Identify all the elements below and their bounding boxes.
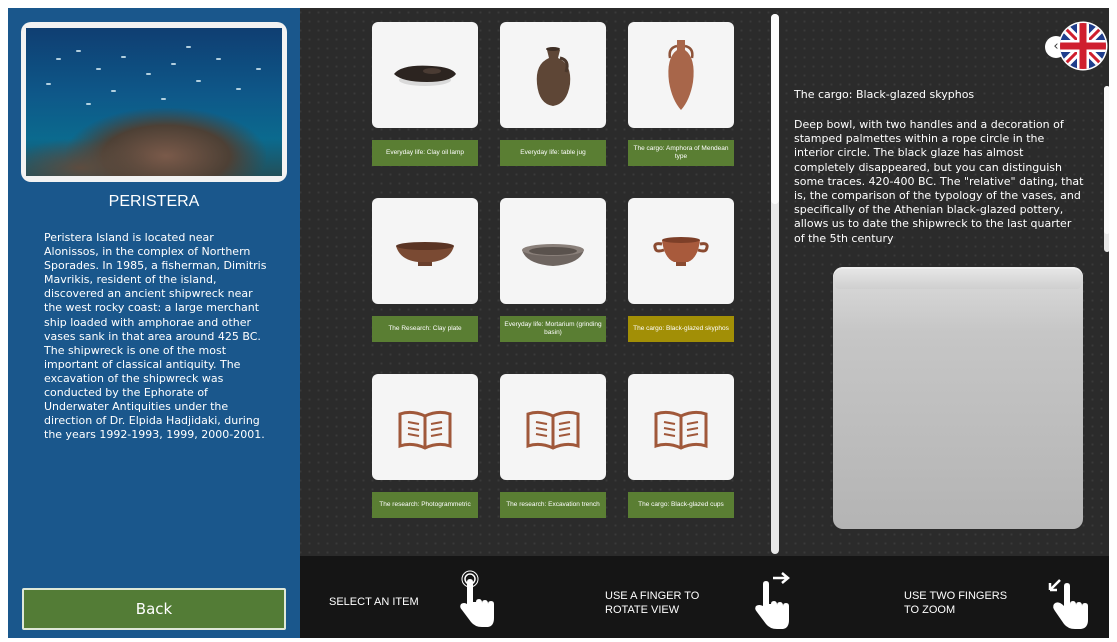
instruction-bar: SELECT AN ITEM USE A FINGER TO ROTATE VI… bbox=[300, 556, 1109, 638]
item-tile-mortarium[interactable] bbox=[500, 198, 606, 304]
item-tile-skyphos[interactable] bbox=[628, 198, 734, 304]
detail-text-area[interactable]: Deep bowl, with two handles and a decora… bbox=[794, 118, 1084, 248]
item-tile-table-jug[interactable] bbox=[500, 22, 606, 128]
item-label-black-glazed-cups[interactable]: The cargo: Black-glazed cups bbox=[628, 492, 734, 518]
tap-hand-icon bbox=[460, 570, 494, 627]
underwater-shipwreck-photo bbox=[26, 28, 282, 176]
item-tile-clay-plate[interactable] bbox=[372, 198, 478, 304]
item-tile-excavation-trench[interactable] bbox=[500, 374, 606, 480]
3d-model-viewer[interactable] bbox=[833, 267, 1083, 529]
back-button[interactable]: Back bbox=[22, 588, 286, 630]
site-description: Peristera Island is located near Aloniss… bbox=[44, 231, 267, 442]
clay-plate-icon bbox=[396, 242, 454, 266]
item-tile-clay-oil-lamp[interactable] bbox=[372, 22, 478, 128]
item-tile-amphora[interactable] bbox=[628, 22, 734, 128]
language-selector[interactable]: ‹ bbox=[1045, 20, 1108, 76]
instruction-zoom-line2: TO ZOOM bbox=[904, 604, 956, 616]
table-jug-icon bbox=[536, 47, 571, 106]
detail-scrollbar-thumb[interactable] bbox=[1104, 86, 1109, 234]
mortarium-icon bbox=[522, 244, 584, 266]
swipe-hand-icon bbox=[755, 572, 790, 629]
item-tile-photogrammetric[interactable] bbox=[372, 374, 478, 480]
item-grid: Everyday life: Clay oil lamp Everyday li… bbox=[300, 8, 770, 556]
kiosk-screen: PERISTERA Peristera Island is located ne… bbox=[8, 8, 1109, 638]
item-label-mortarium[interactable]: Everyday life: Mortarium (grinding basin… bbox=[500, 316, 606, 342]
item-label-excavation-trench[interactable]: The research: Excavation trench bbox=[500, 492, 606, 518]
instruction-rotate-line1: USE A FINGER TO bbox=[605, 590, 700, 602]
detail-description: Deep bowl, with two handles and a decora… bbox=[794, 118, 1084, 245]
item-label-table-jug[interactable]: Everyday life: table jug bbox=[500, 140, 606, 166]
book-icon bbox=[398, 410, 452, 450]
site-photo-card bbox=[21, 22, 287, 182]
detail-title: The cargo: Black-glazed skyphos bbox=[794, 88, 975, 101]
grid-scrollbar-thumb[interactable] bbox=[771, 14, 779, 204]
item-label-photogrammetric[interactable]: The research: Photogrammetric bbox=[372, 492, 478, 518]
detail-scrollbar[interactable] bbox=[1104, 86, 1109, 252]
skyphos-icon bbox=[653, 237, 709, 266]
item-tile-black-glazed-cups[interactable] bbox=[628, 374, 734, 480]
instruction-zoom-line1: USE TWO FINGERS bbox=[904, 590, 1008, 602]
amphora-icon bbox=[668, 40, 694, 110]
item-label-skyphos[interactable]: The cargo: Black-glazed skyphos bbox=[628, 316, 734, 342]
instruction-rotate-line2: ROTATE VIEW bbox=[605, 604, 680, 616]
item-label-clay-oil-lamp[interactable]: Everyday life: Clay oil lamp bbox=[372, 140, 478, 166]
instruction-select-text: SELECT AN ITEM bbox=[329, 596, 419, 608]
book-icon bbox=[654, 410, 708, 450]
uk-flag-icon[interactable] bbox=[1058, 21, 1108, 71]
book-icon bbox=[526, 410, 580, 450]
grid-scrollbar[interactable] bbox=[771, 14, 779, 554]
clay-oil-lamp-icon bbox=[394, 65, 456, 86]
site-title: PERISTERA bbox=[108, 193, 200, 210]
pinch-hand-icon bbox=[1048, 579, 1088, 629]
item-label-clay-plate[interactable]: The Research: Clay plate bbox=[372, 316, 478, 342]
item-label-amphora[interactable]: The cargo: Amphora of Mendean type bbox=[628, 140, 734, 166]
site-info-panel: PERISTERA Peristera Island is located ne… bbox=[8, 8, 300, 638]
